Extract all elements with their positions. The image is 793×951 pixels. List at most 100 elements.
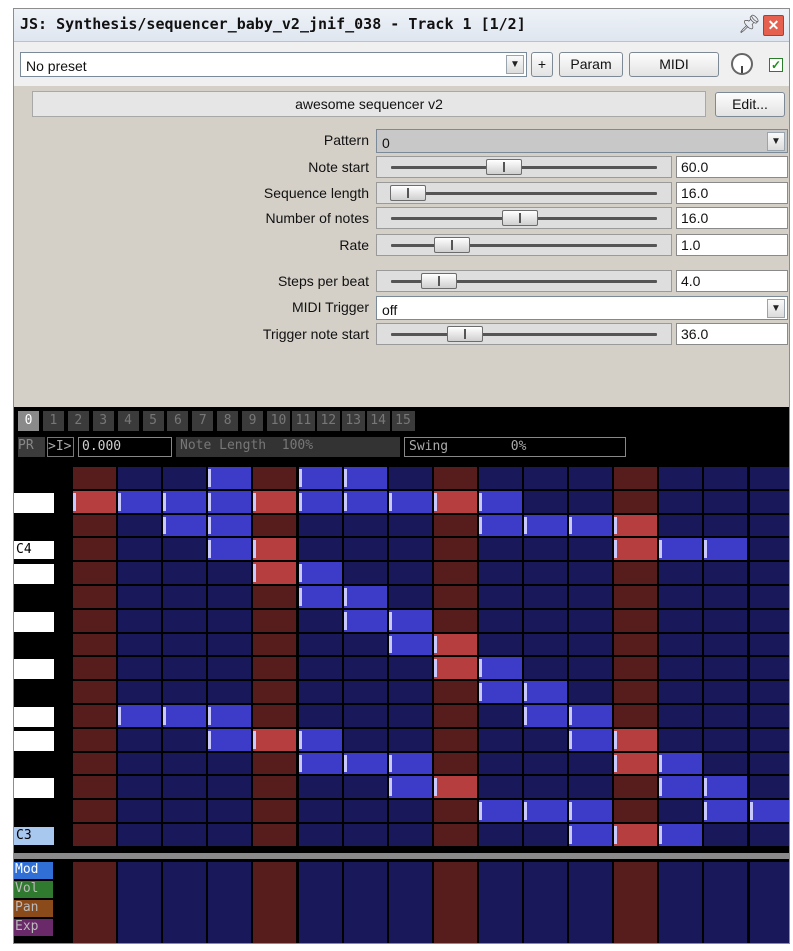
white-key[interactable] xyxy=(14,778,54,799)
step-cell[interactable] xyxy=(388,681,432,703)
step-cell[interactable] xyxy=(569,752,613,775)
note-cell[interactable] xyxy=(208,514,252,537)
step-cell[interactable] xyxy=(433,705,477,727)
step-cell[interactable] xyxy=(73,705,117,727)
step-cell[interactable] xyxy=(388,467,432,489)
step-cell[interactable] xyxy=(298,681,342,703)
lane-step-cell[interactable] xyxy=(524,862,568,943)
step-cell[interactable] xyxy=(343,538,387,561)
step-cell[interactable] xyxy=(569,562,613,584)
step-cell[interactable] xyxy=(524,562,568,584)
lane-step-cell[interactable] xyxy=(749,862,789,943)
step-cell[interactable] xyxy=(749,824,789,846)
lane-step-cell[interactable] xyxy=(659,862,703,943)
step-cell[interactable] xyxy=(659,800,703,822)
step-cell[interactable] xyxy=(343,681,387,703)
note-cell[interactable] xyxy=(659,752,703,775)
step-cell[interactable] xyxy=(73,562,117,584)
step-cell[interactable] xyxy=(433,467,477,489)
step-cell[interactable] xyxy=(524,467,568,489)
add-preset-button[interactable]: + xyxy=(531,52,553,77)
step-cell[interactable] xyxy=(433,681,477,703)
step-cell[interactable] xyxy=(569,633,613,656)
step-cell[interactable] xyxy=(73,633,117,656)
step-cell[interactable] xyxy=(208,752,252,775)
step-cell[interactable] xyxy=(524,728,568,751)
step-cell[interactable] xyxy=(163,609,207,632)
step-cell[interactable] xyxy=(433,586,477,608)
note-length-slider[interactable]: Note Length 100% xyxy=(176,437,400,457)
step-cell[interactable] xyxy=(298,657,342,680)
note-cell[interactable] xyxy=(659,538,703,561)
step-cell[interactable] xyxy=(704,681,748,703)
step-cell[interactable] xyxy=(659,609,703,632)
step-cell[interactable] xyxy=(749,752,789,775)
step-cell[interactable] xyxy=(614,776,658,799)
step-cell[interactable] xyxy=(749,467,789,489)
step-cell[interactable] xyxy=(163,681,207,703)
step-cell[interactable] xyxy=(478,705,522,727)
chevron-down-icon[interactable]: ▼ xyxy=(767,299,785,318)
lane-step-cell[interactable] xyxy=(208,862,252,943)
white-key[interactable] xyxy=(14,611,54,632)
step-cell[interactable] xyxy=(524,633,568,656)
step-cell[interactable] xyxy=(659,562,703,584)
note-cell[interactable] xyxy=(343,752,387,775)
lane-step-cell[interactable] xyxy=(388,862,432,943)
note-cell[interactable] xyxy=(208,728,252,751)
step-cell[interactable] xyxy=(163,657,207,680)
step-cell[interactable] xyxy=(478,609,522,632)
step-cell[interactable] xyxy=(298,776,342,799)
step-cell[interactable] xyxy=(298,705,342,727)
step-cell[interactable] xyxy=(614,490,658,513)
white-key[interactable] xyxy=(14,659,54,680)
slider-thumb[interactable] xyxy=(486,159,523,175)
note-cell[interactable] xyxy=(118,490,162,513)
pattern-tab-3[interactable]: 3 xyxy=(92,411,114,431)
step-cell[interactable] xyxy=(118,824,162,846)
play-button[interactable]: >I> xyxy=(47,437,74,457)
step-cell[interactable] xyxy=(118,752,162,775)
note-cell[interactable] xyxy=(208,467,252,489)
param-slider[interactable] xyxy=(376,270,672,292)
step-cell[interactable] xyxy=(73,467,117,489)
step-cell[interactable] xyxy=(343,657,387,680)
lane-step-cell[interactable] xyxy=(478,862,522,943)
pattern-tab-8[interactable]: 8 xyxy=(217,411,239,431)
param-slider[interactable] xyxy=(376,323,672,345)
step-cell[interactable] xyxy=(208,609,252,632)
note-cell[interactable] xyxy=(343,467,387,489)
white-key[interactable] xyxy=(14,730,54,751)
step-cell[interactable] xyxy=(614,562,658,584)
note-cell[interactable] xyxy=(478,657,522,680)
wet-knob-icon[interactable] xyxy=(731,53,753,75)
step-cell[interactable] xyxy=(659,657,703,680)
step-cell[interactable] xyxy=(163,633,207,656)
pattern-tab-12[interactable]: 12 xyxy=(316,411,340,431)
step-cell[interactable] xyxy=(118,609,162,632)
note-cell[interactable] xyxy=(208,490,252,513)
note-cell[interactable] xyxy=(524,705,568,727)
note-cell[interactable] xyxy=(433,633,477,656)
note-cell[interactable] xyxy=(704,800,748,822)
step-cell[interactable] xyxy=(298,609,342,632)
param-slider[interactable] xyxy=(376,207,672,229)
step-cell[interactable] xyxy=(163,776,207,799)
step-cell[interactable] xyxy=(163,467,207,489)
step-cell[interactable] xyxy=(749,657,789,680)
note-cell[interactable] xyxy=(208,538,252,561)
pr-button[interactable]: PR xyxy=(18,437,45,457)
step-cell[interactable] xyxy=(749,586,789,608)
step-cell[interactable] xyxy=(118,538,162,561)
step-cell[interactable] xyxy=(253,824,297,846)
param-value-field[interactable]: 60.0 xyxy=(676,156,788,178)
step-cell[interactable] xyxy=(118,514,162,537)
step-cell[interactable] xyxy=(388,824,432,846)
step-cell[interactable] xyxy=(118,586,162,608)
param-value-field[interactable]: 16.0 xyxy=(676,182,788,204)
pattern-tab-2[interactable]: 2 xyxy=(67,411,89,431)
step-cell[interactable] xyxy=(118,657,162,680)
step-cell[interactable] xyxy=(659,586,703,608)
step-cell[interactable] xyxy=(208,824,252,846)
note-cell[interactable] xyxy=(388,609,432,632)
